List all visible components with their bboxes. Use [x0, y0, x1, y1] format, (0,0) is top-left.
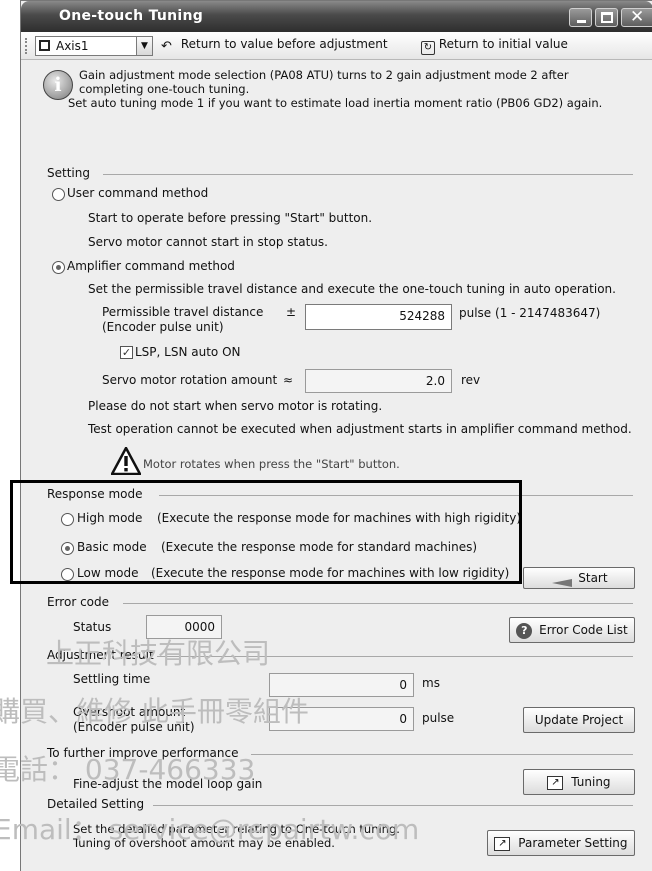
travel-distance-input[interactable]: 524288 [305, 304, 452, 330]
amplifier-command-radio[interactable] [52, 261, 65, 274]
update-project-label: Update Project [534, 713, 624, 727]
settling-time-label: Settling time [73, 672, 151, 686]
minimize-icon [577, 20, 586, 23]
improve-performance-divider [251, 754, 633, 755]
overshoot-value: 0 [269, 707, 414, 731]
overshoot-label: Overshoot amount [73, 705, 186, 719]
title-bar[interactable]: One-touch Tuning ✕ [21, 1, 652, 32]
plus-minus-sign: ± [286, 305, 297, 319]
setting-header: Setting [47, 166, 90, 180]
parameter-setting-label: Parameter Setting [518, 836, 628, 850]
user-command-label: User command method [67, 186, 209, 200]
user-command-desc-1: Start to operate before pressing "Start"… [88, 211, 373, 225]
adjustment-result-divider [157, 656, 633, 657]
amplifier-command-label: Amplifier command method [67, 259, 235, 273]
close-button[interactable]: ✕ [621, 7, 652, 27]
start-label: Start [578, 571, 608, 585]
adjustment-result-header: Adjustment result [47, 648, 154, 662]
warning-text: Motor rotates when press the "Start" but… [143, 457, 400, 471]
overshoot-unit: pulse [422, 711, 455, 725]
detailed-setting-desc-2: Tuning of overshoot amount may be enable… [73, 836, 335, 850]
settling-time-unit: ms [422, 676, 440, 690]
return-initial-button[interactable]: ↻ Return to initial value [421, 37, 568, 55]
one-touch-tuning-window: One-touch Tuning ✕ Axis1 ▼ ↶ Return to v… [20, 0, 652, 871]
maximize-button[interactable] [595, 8, 618, 27]
close-icon: ✕ [630, 7, 645, 27]
return-before-button[interactable]: ↶ Return to value before adjustment [161, 37, 388, 54]
error-code-list-label: Error Code List [539, 623, 628, 637]
return-initial-label: Return to initial value [438, 37, 568, 51]
axis-value: Axis1 [56, 39, 89, 53]
undo-arrow-icon: ↶ [161, 39, 172, 54]
return-before-label: Return to value before adjustment [180, 37, 388, 51]
parameter-setting-button[interactable]: ↗ Parameter Setting [487, 830, 635, 856]
travel-distance-sublabel: (Encoder pulse unit) [102, 320, 224, 334]
approx-sign: ≈ [283, 373, 294, 387]
travel-distance-unit: pulse (1 - 2147483647) [459, 306, 601, 320]
amplifier-command-desc: Set the permissible travel distance and … [88, 282, 616, 296]
rotation-amount-field: 2.0 [305, 369, 452, 393]
improve-performance-header: To further improve performance [47, 746, 239, 760]
detailed-setting-header: Detailed Setting [47, 797, 145, 811]
warning-icon [111, 447, 141, 475]
status-value: 0000 [146, 615, 222, 639]
lsp-lsn-label: LSP, LSN auto ON [135, 345, 241, 359]
minimize-button[interactable] [569, 8, 592, 27]
user-command-desc-2: Servo motor cannot start in stop status. [88, 235, 328, 249]
setting-note-1: Please do not start when servo motor is … [88, 399, 383, 413]
update-project-button[interactable]: Update Project [523, 707, 635, 733]
setting-note-2: Test operation cannot be executed when a… [88, 422, 632, 436]
window-title: One-touch Tuning [59, 8, 204, 24]
user-command-radio[interactable] [52, 188, 65, 201]
play-arrow-icon [550, 574, 574, 587]
detailed-setting-desc-1: Set the detailed parameter relating to O… [73, 822, 400, 836]
chevron-down-icon[interactable]: ▼ [136, 37, 152, 55]
open-window-arrow-icon: ↗ [494, 836, 511, 851]
setting-divider [103, 174, 633, 175]
travel-distance-label: Permissible travel distance [102, 305, 264, 319]
axis-icon [39, 40, 50, 51]
response-mode-highlight-box [10, 480, 522, 584]
error-code-header: Error code [47, 595, 110, 609]
error-code-divider [123, 603, 633, 604]
axis-select[interactable]: Axis1 ▼ [35, 36, 153, 56]
checkmark-icon: ✓ [121, 346, 132, 359]
info-line-2: completing one-touch tuning. [79, 82, 250, 96]
status-label: Status [73, 620, 112, 634]
info-line-3: Set auto tuning mode 1 if you want to es… [68, 96, 603, 110]
settling-time-value: 0 [269, 673, 414, 697]
reset-icon: ↻ [421, 41, 435, 55]
lsp-lsn-checkbox[interactable]: ✓ [120, 346, 133, 359]
maximize-icon [601, 12, 613, 23]
tuning-label: Tuning [571, 775, 611, 789]
open-window-arrow-icon: ↗ [547, 775, 564, 790]
help-icon: ? [516, 622, 533, 639]
rotation-amount-label: Servo motor rotation amount [102, 373, 278, 387]
error-code-list-button[interactable]: ? Error Code List [509, 617, 635, 643]
detailed-setting-divider [153, 805, 633, 806]
toolbar-grip [25, 38, 28, 54]
fine-adjust-desc: Fine-adjust the model loop gain [73, 777, 263, 791]
info-line-1: Gain adjustment mode selection (PA08 ATU… [79, 68, 569, 82]
start-button[interactable]: Start [523, 567, 635, 589]
overshoot-sublabel: (Encoder pulse unit) [73, 720, 195, 734]
toolbar: Axis1 ▼ ↶ Return to value before adjustm… [21, 32, 652, 60]
rotation-amount-unit: rev [461, 373, 481, 387]
tuning-button[interactable]: ↗ Tuning [523, 769, 635, 795]
